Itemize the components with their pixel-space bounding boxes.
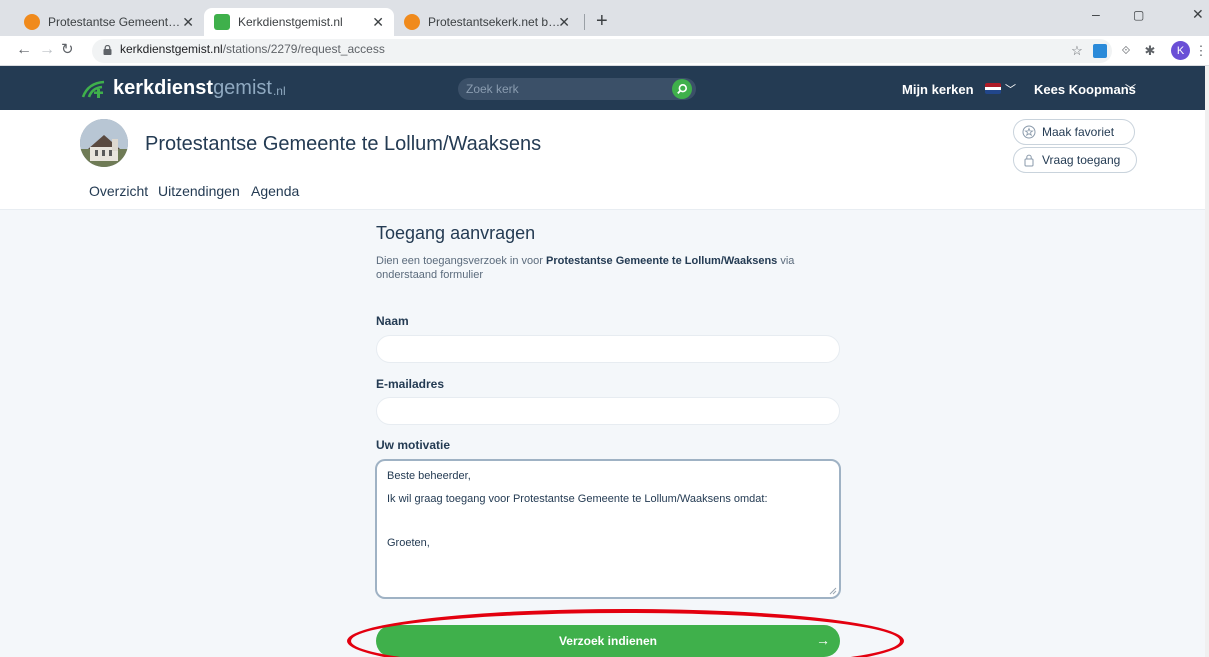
desc-prefix: Dien een toegangsverzoek in voor [376, 255, 546, 267]
forward-icon[interactable]: → [39, 41, 55, 59]
email-label: E-mailadres [376, 377, 445, 391]
request-access-label: Vraag toegang [1042, 153, 1121, 167]
extension-icon[interactable] [1093, 44, 1107, 58]
tab-separator [584, 14, 585, 30]
tab-close-icon[interactable]: ✕ [558, 14, 570, 30]
lock-icon[interactable] [103, 45, 112, 55]
profile-avatar[interactable]: K [1171, 41, 1190, 60]
bookmark-star-icon[interactable]: ☆ [1069, 43, 1085, 59]
motivation-textarea[interactable]: Beste beheerder, Ik wil graag toegang vo… [375, 459, 841, 599]
url-text[interactable]: kerkdienstgemist.nl/stations/2279/reques… [120, 42, 385, 56]
my-churches-link[interactable]: Mijn kerken [902, 82, 974, 97]
church-avatar [80, 119, 128, 167]
resize-grip-icon[interactable] [829, 587, 837, 595]
tab-overzicht[interactable]: Overzicht [89, 183, 148, 199]
favorite-label: Maak favoriet [1042, 125, 1115, 139]
highlight-annotation-oval [347, 609, 904, 657]
form-title: Toegang aanvragen [376, 223, 536, 243]
request-access-button[interactable]: Vraag toegang [1013, 147, 1137, 173]
tab-favicon-icon [24, 14, 40, 30]
desc-church-name: Protestantse Gemeente te Lollum/Waaksens [546, 255, 778, 267]
new-tab-button[interactable]: + [596, 11, 608, 31]
email-field[interactable] [376, 397, 840, 425]
page-scrollbar[interactable] [1205, 66, 1209, 657]
url-host: kerkdienstgemist.nl [120, 42, 223, 56]
request-access-form: Toegang aanvragen Dien een toegangsverzo… [0, 210, 1209, 657]
search-icon[interactable] [672, 79, 692, 99]
tab-agenda[interactable]: Agenda [251, 183, 299, 199]
user-menu[interactable]: Kees Koopmans [1034, 82, 1136, 97]
church-header: Protestantse Gemeente te Lollum/Waaksens… [0, 110, 1209, 210]
form-description: Dien een toegangsverzoek in voor Protest… [376, 254, 846, 282]
lock-icon [1024, 154, 1034, 167]
logo-text-bold: kerkdienst [113, 77, 214, 99]
address-bar-row: ← → ↻ kerkdienstgemist.nl/stations/2279/… [0, 36, 1209, 66]
back-icon[interactable]: ← [16, 41, 32, 59]
browser-tab[interactable]: Protestantse Gemeente te Lollum ✕ [14, 8, 204, 36]
motivation-line: Ik wil graag toegang voor Protestantse G… [387, 493, 768, 505]
tab-favicon-icon [214, 14, 230, 30]
menu-icon[interactable]: ⋮ [1193, 43, 1209, 59]
url-path: /stations/2279/request_access [222, 42, 385, 56]
church-name: Protestantse Gemeente te Lollum/Waaksens [145, 133, 542, 155]
church-search[interactable]: Zoek kerk [458, 78, 696, 100]
dutch-flag-icon[interactable] [985, 83, 1001, 94]
logo-tld: .nl [272, 83, 286, 98]
logo-text-light: gemist [213, 77, 272, 99]
tab-close-icon[interactable]: ✕ [372, 14, 384, 30]
tab-uitzendingen[interactable]: Uitzendingen [158, 183, 240, 199]
maximize-button[interactable]: ▢ [1133, 8, 1144, 22]
tab-favicon-icon [404, 14, 420, 30]
window-close-button[interactable]: ✕ [1192, 6, 1204, 23]
puzzle-icon[interactable]: ✱ [1142, 43, 1158, 59]
motivation-line: Beste beheerder, [387, 470, 471, 482]
browser-tab-active[interactable]: Kerkdienstgemist.nl ✕ [204, 8, 394, 36]
site-header: kerkdienst gemist .nl Zoek kerk Mijn kerke… [0, 66, 1209, 110]
browser-tab-strip: Protestantse Gemeente te Lollum ✕ Kerkdi… [0, 0, 1209, 36]
broadcast-logo-icon [81, 80, 105, 98]
reload-icon[interactable]: ↻ [61, 41, 74, 59]
tab-close-icon[interactable]: ✕ [182, 14, 194, 30]
motivation-line: Groeten, [387, 537, 430, 549]
favorite-button[interactable]: Maak favoriet [1013, 119, 1135, 145]
tab-title: Kerkdienstgemist.nl [238, 15, 343, 29]
minimize-button[interactable]: – [1092, 6, 1100, 22]
chevron-down-icon[interactable]: ﹀ [1125, 81, 1136, 97]
site-logo[interactable]: kerkdienst gemist .nl [80, 77, 286, 100]
extension-icon[interactable]: ⟐ [1118, 43, 1134, 59]
search-placeholder: Zoek kerk [466, 82, 519, 96]
tab-title: Protestantse Gemeente te Lollum [48, 15, 183, 29]
tab-title: Protestantsekerk.net beheer [428, 15, 563, 29]
motivation-label: Uw motivatie [376, 438, 451, 452]
browser-tab[interactable]: Protestantsekerk.net beheer ✕ [394, 8, 580, 36]
name-field[interactable] [376, 335, 840, 363]
star-circle-icon [1022, 125, 1036, 139]
name-label: Naam [376, 314, 409, 328]
chevron-down-icon[interactable]: ﹀ [1005, 81, 1016, 97]
